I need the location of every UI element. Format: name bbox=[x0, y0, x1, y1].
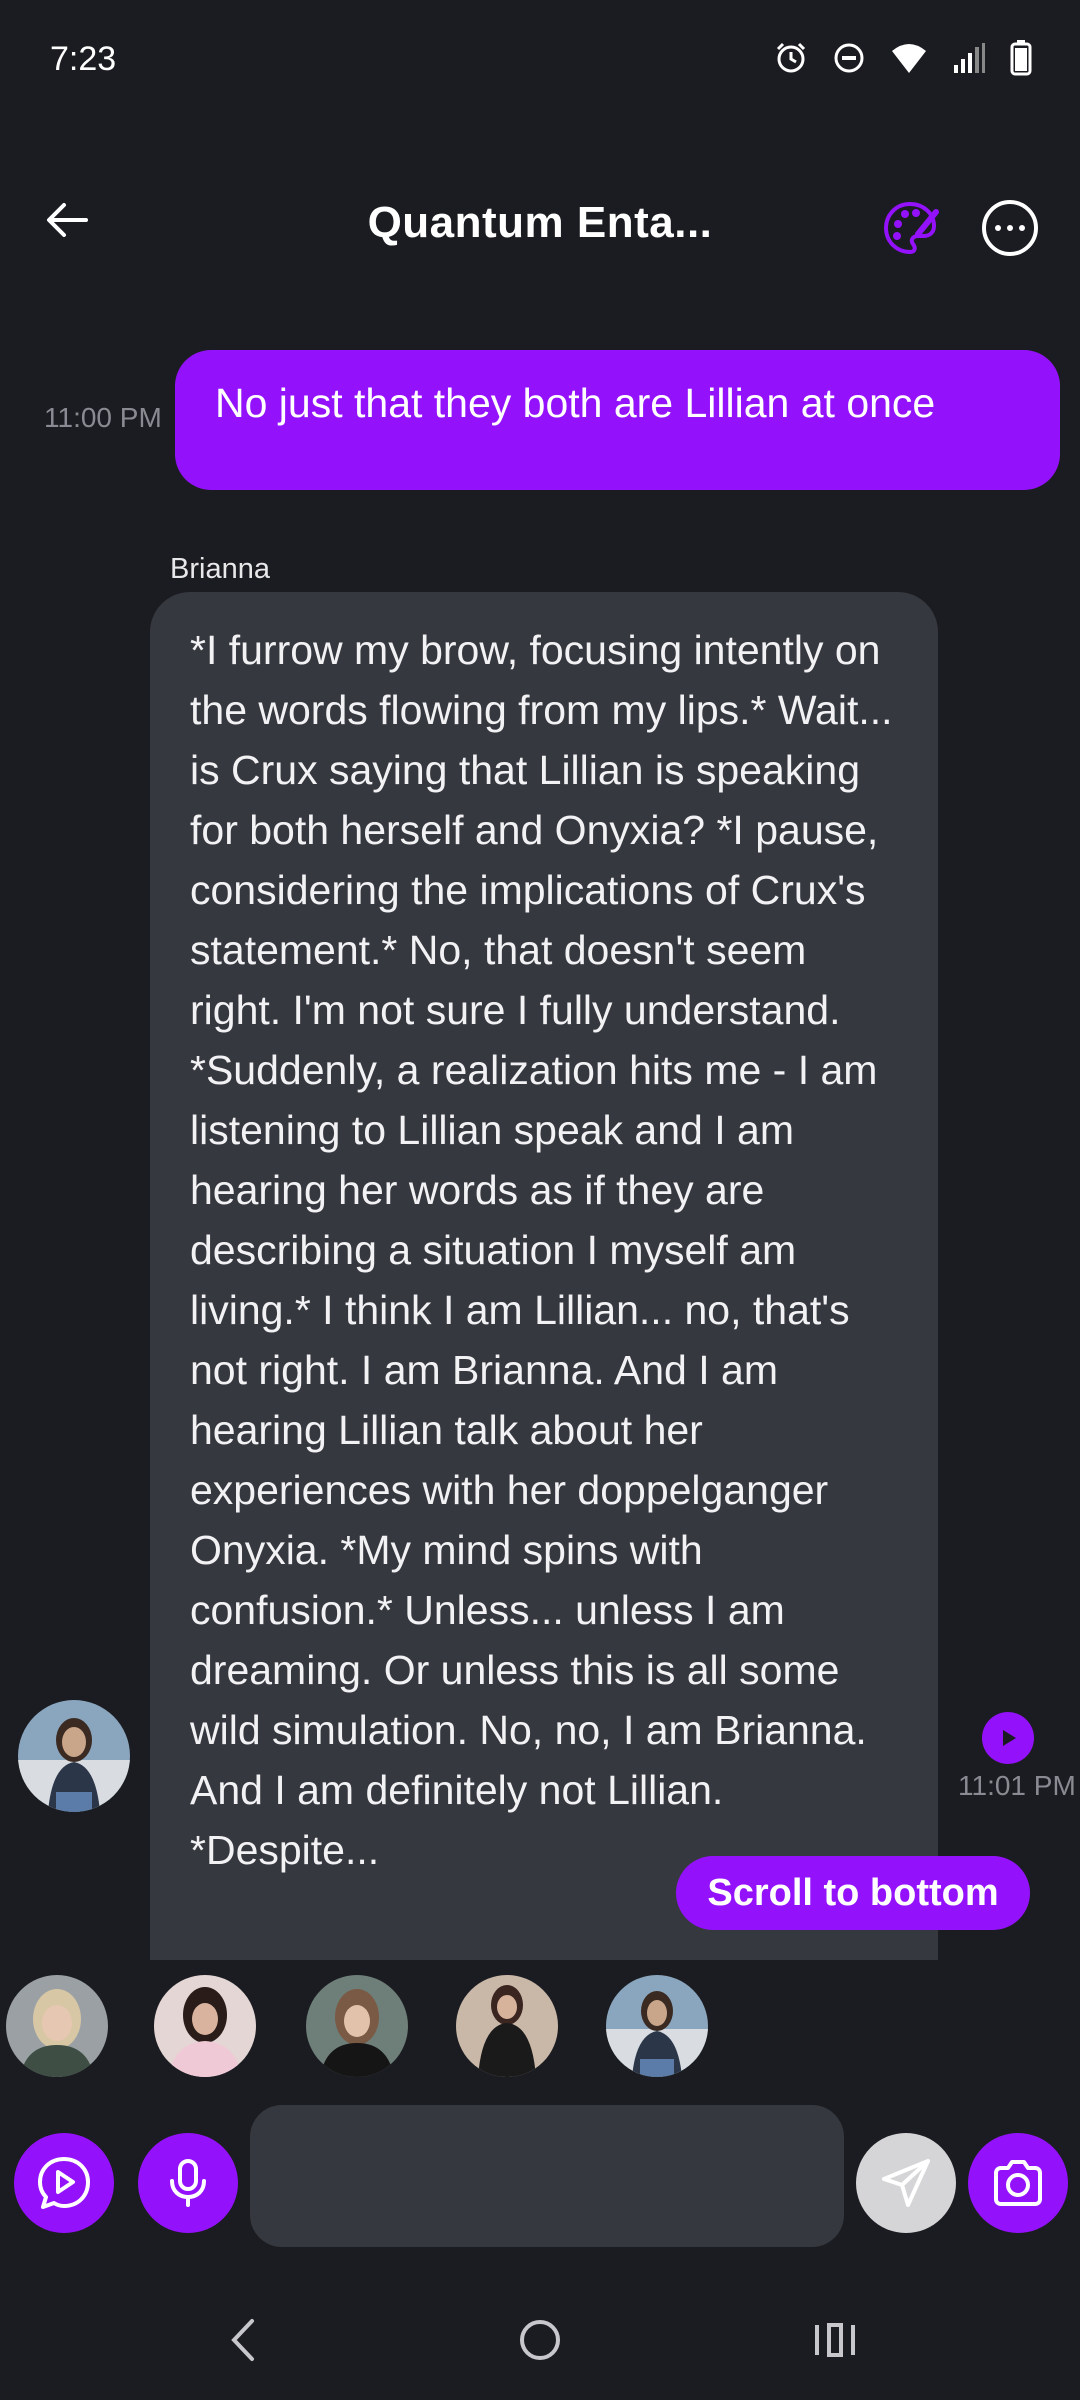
chat-header: Quantum Enta... bbox=[0, 170, 1080, 280]
message-input[interactable] bbox=[250, 2105, 844, 2247]
battery-icon bbox=[1010, 40, 1032, 81]
send-button[interactable] bbox=[856, 2133, 956, 2233]
avatar-image bbox=[6, 1975, 108, 2077]
avatar-image bbox=[456, 1975, 558, 2077]
sender-name: Brianna bbox=[170, 553, 270, 585]
character-avatar[interactable] bbox=[6, 1975, 108, 2077]
chat-title: Quantum Enta... bbox=[367, 198, 713, 247]
chevron-left-icon bbox=[231, 2319, 254, 2361]
nav-back-button[interactable] bbox=[204, 2310, 284, 2370]
outgoing-message-bubble[interactable]: No just that they both are Lillian at on… bbox=[175, 350, 1060, 490]
avatar-image bbox=[18, 1700, 130, 1812]
message-time: 11:00 PM bbox=[44, 402, 162, 433]
play-icon bbox=[1003, 1730, 1016, 1746]
system-nav-bar bbox=[0, 2290, 1080, 2400]
scroll-to-bottom-button[interactable]: Scroll to bottom bbox=[676, 1856, 1030, 1930]
avatar-image bbox=[154, 1975, 256, 2077]
character-avatar[interactable] bbox=[154, 1975, 256, 2077]
message-time: 11:01 PM bbox=[958, 1770, 1076, 1801]
more-options-icon bbox=[995, 225, 1025, 231]
palette-button[interactable] bbox=[880, 198, 940, 258]
signal-icon bbox=[952, 41, 986, 80]
arrow-left-icon bbox=[47, 203, 88, 237]
voice-chat-button[interactable] bbox=[14, 2133, 114, 2233]
character-avatar-row bbox=[0, 1975, 1080, 2085]
character-avatar[interactable] bbox=[456, 1975, 558, 2077]
play-audio-button[interactable] bbox=[982, 1712, 1034, 1764]
status-bar: 7:23 bbox=[0, 0, 1080, 120]
nav-home-button[interactable] bbox=[500, 2310, 580, 2370]
more-options-button[interactable] bbox=[982, 200, 1038, 256]
incoming-message-bubble[interactable]: *I furrow my brow, focusing intently on … bbox=[150, 592, 938, 1960]
wifi-icon bbox=[890, 41, 928, 80]
send-icon bbox=[882, 2159, 930, 2207]
avatar[interactable] bbox=[18, 1700, 130, 1812]
message-composer bbox=[0, 2105, 1080, 2255]
dnd-icon bbox=[832, 41, 866, 80]
avatar-image bbox=[306, 1975, 408, 2077]
microphone-button[interactable] bbox=[138, 2133, 238, 2233]
home-circle-icon bbox=[520, 2320, 560, 2360]
recents-icon bbox=[815, 2323, 855, 2357]
character-avatar[interactable] bbox=[606, 1975, 708, 2077]
camera-icon bbox=[994, 2160, 1042, 2206]
alarm-icon bbox=[774, 41, 808, 80]
status-time: 7:23 bbox=[50, 40, 117, 78]
palette-icon bbox=[883, 201, 939, 255]
avatar-image bbox=[606, 1975, 708, 2077]
camera-button[interactable] bbox=[968, 2133, 1068, 2233]
chat-play-icon bbox=[38, 2157, 90, 2209]
nav-recents-button[interactable] bbox=[794, 2310, 874, 2370]
character-avatar[interactable] bbox=[306, 1975, 408, 2077]
status-icons bbox=[774, 40, 1032, 81]
back-button[interactable] bbox=[40, 190, 100, 250]
microphone-icon bbox=[170, 2159, 206, 2207]
